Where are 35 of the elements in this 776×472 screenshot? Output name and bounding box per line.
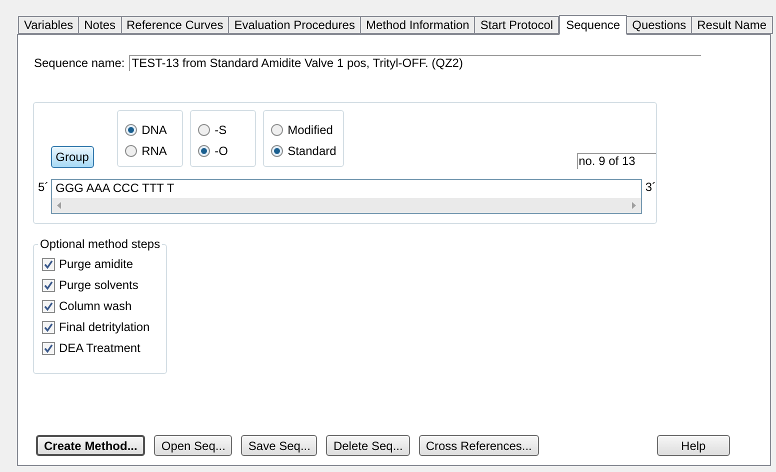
- group-title: Optional method steps: [38, 237, 162, 251]
- help-button[interactable]: Help: [656, 435, 730, 456]
- sequence-number-field: no. 9 of 13: [576, 153, 656, 169]
- tab[interactable]: Reference Curves: [120, 16, 230, 34]
- sequence-text: GGG AAA CCC TTT T: [54, 180, 176, 197]
- field-label: Sequence name:: [34, 55, 125, 72]
- five-prime-label: 5´: [38, 179, 50, 195]
- button[interactable]: Save Seq...: [241, 435, 318, 456]
- tab[interactable]: Evaluation Procedures: [228, 16, 361, 34]
- checkbox-label: Column wash: [59, 299, 132, 313]
- radio-label: Standard: [288, 144, 336, 158]
- radio-label: RNA: [142, 144, 167, 158]
- button[interactable]: Cross References...: [418, 435, 539, 456]
- checkbox-label: Purge solvents: [59, 278, 138, 292]
- sequence-input[interactable]: GGG AAA CCC TTT T: [50, 179, 642, 214]
- tab[interactable]: Questions: [626, 16, 692, 34]
- radio-label: -S: [214, 123, 227, 137]
- button[interactable]: Create Method...: [36, 435, 146, 456]
- radio-label: Modified: [288, 123, 333, 137]
- checkbox-label: Purge amidite: [59, 257, 134, 271]
- button[interactable]: Open Seq...: [154, 435, 232, 456]
- checkbox-label: DEA Treatment: [59, 341, 140, 355]
- tab[interactable]: Method Information: [360, 16, 476, 34]
- group-button[interactable]: Group: [51, 146, 94, 168]
- sequence-name-field[interactable]: TEST-13 from Standard Amidite Valve 1 pos, Trityl-OFF. (QZ2): [128, 55, 701, 71]
- tab[interactable]: Sequence: [559, 15, 628, 35]
- button[interactable]: Delete Seq...: [326, 435, 410, 456]
- tab[interactable]: Start Protocol: [474, 16, 560, 34]
- radio-label: DNA: [142, 123, 167, 137]
- radio-label: -O: [214, 144, 228, 158]
- tab[interactable]: Result Name: [691, 16, 772, 34]
- tab[interactable]: Notes: [78, 16, 122, 34]
- tab[interactable]: Variables: [18, 16, 80, 34]
- three-prime-label: 3´: [645, 179, 656, 195]
- checkbox-label: Final detritylation: [59, 320, 150, 334]
